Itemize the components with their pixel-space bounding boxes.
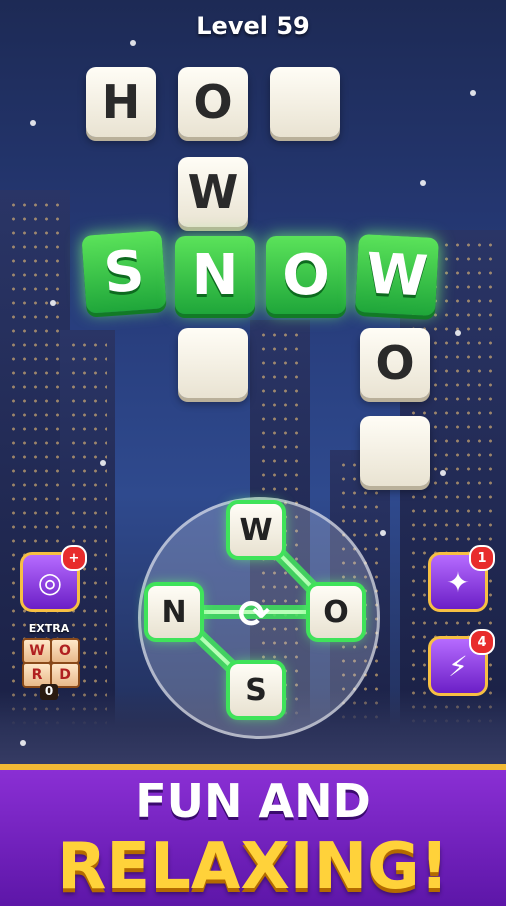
- grid-cell-empty: [178, 328, 248, 398]
- lightning-button[interactable]: ⚡ 4: [428, 629, 495, 696]
- level-title: Level 59: [196, 12, 310, 40]
- lightning-count-badge: 4: [469, 629, 495, 655]
- magic-wand-button[interactable]: ✦ 1: [428, 545, 495, 612]
- target-hint-button[interactable]: ◎ +: [20, 545, 87, 612]
- snow-letter-tile: N: [175, 236, 255, 314]
- grid-cell: O: [178, 67, 248, 137]
- extra-label: EXTRA: [28, 622, 70, 635]
- magic-wand-icon: ✦: [446, 565, 470, 599]
- extra-count: 0: [40, 684, 58, 700]
- extra-tile: W: [22, 638, 52, 664]
- wheel-letter-o[interactable]: O: [310, 586, 362, 638]
- banner-line-2: RELAXING!: [57, 830, 449, 904]
- wand-count-badge: 1: [469, 545, 495, 571]
- snow-letter-tile: O: [266, 236, 346, 314]
- extra-tile: O: [50, 638, 80, 664]
- grid-cell: O: [360, 328, 430, 398]
- lightning-icon: ⚡: [448, 649, 468, 683]
- snow-letter-tile: W: [355, 233, 439, 317]
- target-icon: ◎: [37, 565, 63, 599]
- target-badge: +: [61, 545, 87, 571]
- grid-cell-empty: [270, 67, 340, 137]
- promo-banner: FUN AND RELAXING!: [0, 764, 506, 906]
- grid-cell-empty: [360, 416, 430, 486]
- grid-cell: H: [86, 67, 156, 137]
- extra-words-button[interactable]: EXTRA W O R D 0: [18, 622, 80, 700]
- wheel-letter-n[interactable]: N: [148, 586, 200, 638]
- snow-letter-tile: S: [81, 230, 167, 314]
- banner-line-1: FUN AND: [135, 774, 371, 828]
- wheel-letter-s[interactable]: S: [230, 664, 282, 716]
- shuffle-icon[interactable]: ⟳: [232, 592, 276, 636]
- wheel-letter-w[interactable]: W: [230, 504, 282, 556]
- grid-cell: W: [178, 157, 248, 227]
